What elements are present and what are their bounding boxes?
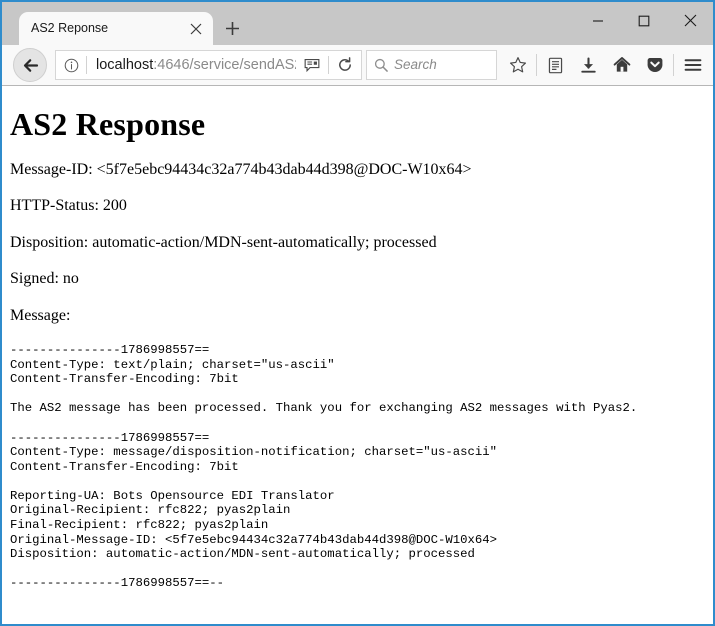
mdn-message-body: ---------------1786998557== Content-Type… — [10, 342, 638, 591]
downloads-icon[interactable] — [572, 50, 605, 80]
page-content: AS2 Response Message-ID: <5f7e5ebc94434c… — [2, 86, 713, 624]
field-message: Message: — [10, 307, 705, 325]
minimize-button[interactable] — [575, 6, 621, 36]
field-label: HTTP-Status: — [10, 197, 99, 215]
search-icon — [367, 58, 394, 72]
field-value: 200 — [102, 197, 127, 215]
browser-window: AS2 Reponse localhost:4646/service/sendA… — [0, 0, 715, 626]
tab-bar: AS2 Reponse — [2, 2, 713, 45]
identity-info-icon[interactable] — [56, 58, 86, 73]
toolbar-separator — [536, 54, 537, 76]
field-http-status: HTTP-Status: 200 — [10, 197, 705, 215]
address-bar[interactable]: localhost:4646/service/sendAS2 — [55, 50, 362, 80]
bookmark-star-icon[interactable] — [501, 50, 534, 80]
field-value: automatic-action/MDN-sent-automatically;… — [92, 233, 437, 251]
window-controls — [575, 2, 713, 39]
maximize-button[interactable] — [621, 6, 667, 36]
field-value: <5f7e5ebc94434c32a774b43dab44d398@DOC-W1… — [96, 161, 472, 178]
search-input[interactable]: Search — [394, 51, 437, 79]
url-host: localhost — [96, 57, 154, 73]
tab-strip: AS2 Reponse — [2, 2, 249, 45]
field-label: Signed: — [10, 270, 59, 288]
field-label: Message-ID: — [10, 161, 93, 178]
page-title: AS2 Response — [10, 106, 206, 142]
field-message-id: Message-ID: <5f7e5ebc94434c32a774b43dab4… — [10, 161, 705, 179]
back-icon[interactable] — [13, 48, 47, 82]
field-value: no — [62, 270, 79, 288]
close-tab-icon[interactable] — [185, 18, 207, 40]
url-text: localhost:4646/service/sendAS2 — [87, 51, 296, 79]
url-path: :4646/service/sendAS2 — [153, 57, 296, 73]
menu-hamburger-icon[interactable] — [676, 50, 709, 80]
pocket-icon[interactable] — [638, 50, 671, 80]
reload-icon[interactable] — [329, 51, 361, 79]
new-tab-icon[interactable] — [215, 12, 249, 45]
tab-title: AS2 Reponse — [31, 21, 109, 35]
home-icon[interactable] — [605, 50, 638, 80]
browser-tab[interactable]: AS2 Reponse — [19, 12, 213, 45]
close-window-button[interactable] — [667, 6, 713, 36]
field-label: Message: — [10, 306, 71, 324]
search-box[interactable]: Search — [366, 50, 497, 80]
field-signed: Signed: no — [10, 270, 705, 288]
field-label: Disposition: — [10, 233, 89, 251]
field-disposition: Disposition: automatic-action/MDN-sent-a… — [10, 234, 705, 252]
toolbar-separator-2 — [673, 54, 674, 76]
library-icon[interactable] — [539, 50, 572, 80]
reader-mode-icon[interactable] — [296, 51, 328, 79]
navigation-toolbar: localhost:4646/service/sendAS2 Search — [2, 45, 713, 86]
